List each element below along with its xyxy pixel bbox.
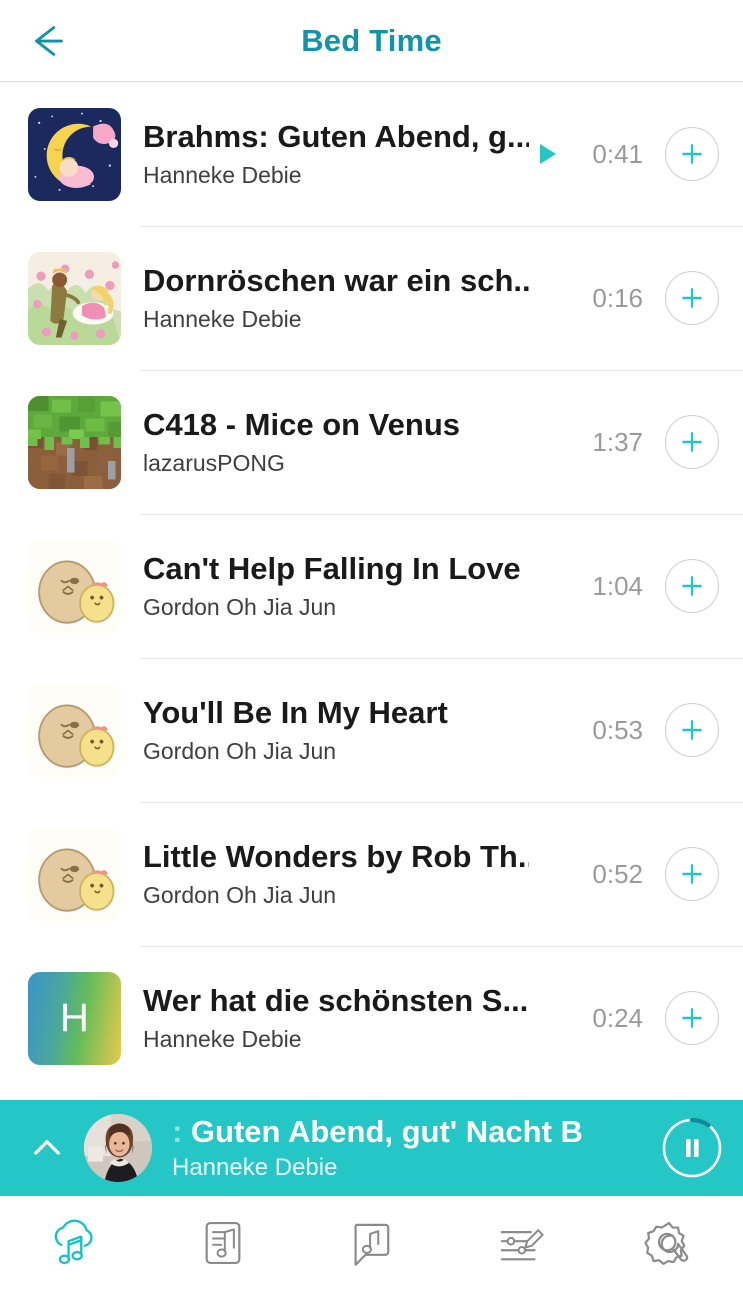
back-button[interactable]	[20, 13, 76, 69]
plus-icon	[682, 1008, 702, 1028]
track-right: 1:37	[535, 415, 719, 469]
add-track-button[interactable]	[665, 415, 719, 469]
add-track-button[interactable]	[665, 847, 719, 901]
mini-player-title: : Guten Abend, gut' Nacht B	[172, 1114, 583, 1150]
track-duration: 0:16	[592, 282, 643, 313]
track-right: 0:16	[535, 271, 719, 325]
now-playing-icon	[535, 143, 561, 165]
track-artist: Gordon Oh Jia Jun	[143, 593, 337, 620]
expand-player-button[interactable]	[16, 1128, 78, 1168]
sidebar-item-settings[interactable]	[594, 1196, 743, 1290]
track-row[interactable]: Can't Help Falling In Love Gordon Oh Jia…	[0, 514, 743, 658]
sidebar-item-requests[interactable]	[297, 1196, 446, 1290]
play-pause-button[interactable]	[659, 1115, 725, 1181]
track-list[interactable]: Brahms: Guten Abend, g... Hanneke Debie …	[0, 82, 743, 1100]
track-row[interactable]: Brahms: Guten Abend, g... Hanneke Debie …	[0, 82, 743, 226]
add-track-button[interactable]	[665, 703, 719, 757]
track-right: 0:52	[535, 847, 719, 901]
track-title: C418 - Mice on Venus	[143, 407, 460, 443]
track-artist: lazarusPONG	[143, 449, 285, 476]
chevron-up-icon	[34, 1140, 60, 1155]
track-thumbnail-bear-chick	[28, 539, 121, 633]
track-title: Brahms: Guten Abend, g...	[143, 119, 529, 155]
add-track-button[interactable]	[665, 127, 719, 181]
track-title: Little Wonders by Rob Th...	[143, 839, 529, 875]
track-right: 1:04	[535, 559, 719, 613]
add-track-button[interactable]	[665, 559, 719, 613]
track-title: You'll Be In My Heart	[143, 695, 448, 731]
track-duration: 0:24	[592, 1002, 643, 1033]
track-meta: Brahms: Guten Abend, g... Hanneke Debie	[143, 119, 535, 189]
track-artist: Hanneke Debie	[143, 1025, 302, 1052]
track-title: Dornröschen war ein sch...	[143, 263, 529, 299]
bottom-nav	[0, 1196, 743, 1290]
track-meta: You'll Be In My Heart Gordon Oh Jia Jun	[143, 695, 535, 765]
mini-player[interactable]: : Guten Abend, gut' Nacht B Hanneke Debi…	[0, 1100, 743, 1196]
track-meta: Can't Help Falling In Love Gordon Oh Jia…	[143, 551, 535, 621]
sidebar-item-cloud-music[interactable]	[0, 1196, 149, 1290]
thumbnail-letter: H	[60, 995, 89, 1040]
track-meta: Little Wonders by Rob Th... Gordon Oh Ji…	[143, 839, 535, 909]
track-right: 0:53	[535, 703, 719, 757]
track-artist: Hanneke Debie	[143, 305, 302, 332]
track-row[interactable]: C418 - Mice on Venus lazarusPONG 1:37	[0, 370, 743, 514]
track-row[interactable]: Little Wonders by Rob Th... Gordon Oh Ji…	[0, 802, 743, 946]
track-thumbnail-bear-chick	[28, 683, 121, 777]
track-thumbnail-moon-baby	[28, 107, 121, 201]
mini-player-text: : Guten Abend, gut' Nacht B Hanneke Debi…	[172, 1114, 645, 1182]
plus-icon	[682, 864, 702, 884]
track-title: Can't Help Falling In Love	[143, 551, 521, 587]
track-duration: 1:04	[592, 570, 643, 601]
track-thumbnail-minecraft-block	[28, 395, 121, 489]
track-right: 0:24	[535, 991, 719, 1045]
plus-icon	[682, 432, 702, 452]
track-thumbnail-letter-tile: H	[28, 971, 121, 1065]
cloud-music-icon	[54, 1219, 93, 1265]
artist-photo-avatar	[84, 1114, 152, 1182]
document-music-icon	[205, 1221, 241, 1265]
plus-icon	[682, 576, 702, 596]
track-artist: Hanneke Debie	[143, 161, 302, 188]
speech-bubble-music-icon	[354, 1223, 390, 1266]
track-title: Wer hat die schönsten S...	[143, 983, 529, 1019]
sidebar-item-playlists[interactable]	[149, 1196, 298, 1290]
track-duration: 0:41	[592, 138, 643, 169]
add-track-button[interactable]	[665, 991, 719, 1045]
track-duration: 0:52	[592, 858, 643, 889]
avatar	[84, 1114, 152, 1182]
track-duration: 1:37	[592, 426, 643, 457]
page-title: Bed Time	[301, 22, 442, 58]
plus-icon	[682, 288, 702, 308]
pause-icon	[661, 1117, 723, 1179]
app-header: Bed Time	[0, 0, 743, 82]
plus-icon	[682, 144, 702, 164]
track-meta: C418 - Mice on Venus lazarusPONG	[143, 407, 535, 477]
track-meta: Wer hat die schönsten S... Hanneke Debie	[143, 983, 535, 1053]
track-artist: Gordon Oh Jia Jun	[143, 737, 337, 764]
track-thumbnail-bear-chick	[28, 827, 121, 921]
gear-wrench-icon	[644, 1221, 688, 1265]
mini-player-artist: Hanneke Debie	[172, 1153, 338, 1181]
track-thumbnail-sleeping-beauty	[28, 251, 121, 345]
sidebar-item-mixer[interactable]	[446, 1196, 595, 1290]
track-meta: Dornröschen war ein sch... Hanneke Debie	[143, 263, 535, 333]
track-row[interactable]: Dornröschen war ein sch... Hanneke Debie…	[0, 226, 743, 370]
track-artist: Gordon Oh Jia Jun	[143, 881, 337, 908]
app-screen: Bed Time Brahms: Guten Abend, g... Hanne…	[0, 0, 743, 1290]
arrow-left-icon	[35, 25, 63, 56]
track-right: 0:41	[535, 127, 719, 181]
add-track-button[interactable]	[665, 271, 719, 325]
track-duration: 0:53	[592, 714, 643, 745]
plus-icon	[682, 720, 702, 740]
mixer-edit-icon	[500, 1229, 544, 1261]
track-row[interactable]: You'll Be In My Heart Gordon Oh Jia Jun …	[0, 658, 743, 802]
track-row[interactable]: H Wer hat die schönsten S... Hanneke Deb…	[0, 946, 743, 1090]
